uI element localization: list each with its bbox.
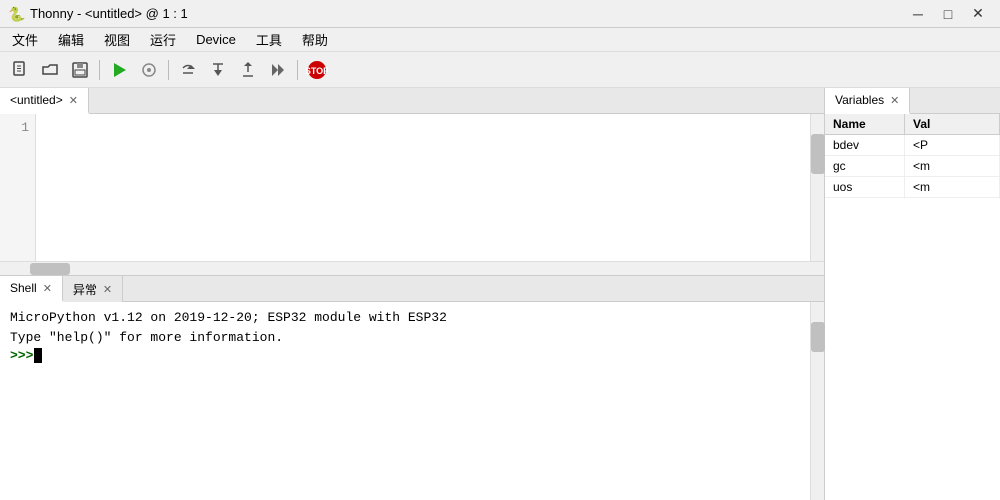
stop-button[interactable]: STOP [303,56,331,84]
editor-section: <untitled> ✕ 1 [0,88,824,276]
debug-icon [139,60,159,80]
var-val-2: <m [905,177,1000,197]
var-name-1: gc [825,156,905,176]
open-file-icon [40,60,60,80]
exception-tab-close[interactable]: ✕ [103,283,112,296]
left-panel: <untitled> ✕ 1 Shell [0,88,825,500]
shell-content[interactable]: MicroPython v1.12 on 2019-12-20; ESP32 m… [0,302,810,500]
variables-tab[interactable]: Variables ✕ [825,88,910,114]
variables-tab-close[interactable]: ✕ [890,94,899,107]
shell-tabs: Shell ✕ 异常 ✕ [0,276,824,302]
step-over-icon [178,60,198,80]
var-col-header-value: Val [905,114,1000,134]
title-bar: 🐍 Thonny - <untitled> @ 1 : 1 ─ □ ✕ [0,0,1000,28]
shell-tab-close[interactable]: ✕ [43,282,52,295]
shell-tab-shell[interactable]: Shell ✕ [0,276,63,302]
step-over-button[interactable] [174,56,202,84]
toolbar: STOP [0,52,1000,88]
shell-tab2-label: 异常 [73,281,97,298]
step-out-button[interactable] [234,56,262,84]
var-name-2: uos [825,177,905,197]
maximize-button[interactable]: □ [934,3,962,25]
shell-prompt: >>> [10,348,800,363]
shell-body: MicroPython v1.12 on 2019-12-20; ESP32 m… [0,302,824,500]
menu-view[interactable]: 视图 [96,28,138,51]
new-file-button[interactable] [6,56,34,84]
close-button[interactable]: ✕ [964,3,992,25]
save-file-icon [70,60,90,80]
shell-tab-label: Shell [10,281,37,295]
menu-help[interactable]: 帮助 [294,28,336,51]
title-left: 🐍 Thonny - <untitled> @ 1 : 1 [8,6,188,22]
menu-file[interactable]: 文件 [4,28,46,51]
cursor [34,348,42,363]
menu-run[interactable]: 运行 [142,28,184,51]
menu-edit[interactable]: 编辑 [50,28,92,51]
editor-scrollbar-vertical[interactable] [810,114,824,261]
toolbar-separator-2 [168,60,169,80]
open-file-button[interactable] [36,56,64,84]
editor-content[interactable] [36,114,810,261]
menu-tools[interactable]: 工具 [248,28,290,51]
toolbar-separator-3 [297,60,298,80]
menu-device[interactable]: Device [188,30,244,49]
var-col-header-name: Name [825,114,905,134]
minimize-button[interactable]: ─ [904,3,932,25]
step-out-icon [238,60,258,80]
var-val-1: <m [905,156,1000,176]
editor-body: 1 [0,114,824,261]
app-icon: 🐍 [8,6,24,22]
editor-tabs: <untitled> ✕ [0,88,824,114]
save-file-button[interactable] [66,56,94,84]
line-number-1: 1 [0,118,35,138]
var-row-1: gc <m [825,156,1000,177]
menu-bar: 文件 编辑 视图 运行 Device 工具 帮助 [0,28,1000,52]
step-into-icon [208,60,228,80]
shell-scrollbar-vertical[interactable] [810,302,824,500]
variables-tab-label: Variables [835,93,884,107]
run-button[interactable] [105,56,133,84]
variables-header: Name Val [825,114,1000,135]
var-row-2: uos <m [825,177,1000,198]
variables-tabs: Variables ✕ [825,88,1000,114]
var-name-0: bdev [825,135,905,155]
var-row-0: bdev <P [825,135,1000,156]
title-text: Thonny - <untitled> @ 1 : 1 [30,6,188,21]
new-file-icon [10,60,30,80]
stop-icon: STOP [306,59,328,81]
resume-icon [268,60,288,80]
debug-button[interactable] [135,56,163,84]
editor-tab-untitled[interactable]: <untitled> ✕ [0,88,89,114]
editor-scrollbar-horizontal[interactable] [0,261,824,275]
step-into-button[interactable] [204,56,232,84]
run-icon [109,60,129,80]
resume-button[interactable] [264,56,292,84]
prompt-text: >>> [10,348,33,363]
editor-tab-label: <untitled> [10,93,63,107]
shell-section: Shell ✕ 异常 ✕ MicroPython v1.12 on 2019-1… [0,276,824,500]
variables-body: bdev <P gc <m uos <m [825,135,1000,500]
right-panel: Variables ✕ Name Val bdev <P gc <m uos <… [825,88,1000,500]
shell-tab-exception[interactable]: 异常 ✕ [63,276,123,302]
title-controls: ─ □ ✕ [904,3,992,25]
editor-tab-close[interactable]: ✕ [69,94,78,107]
svg-text:STOP: STOP [306,66,328,76]
shell-line-2: Type "help()" for more information. [10,328,800,348]
line-numbers: 1 [0,114,36,261]
toolbar-separator-1 [99,60,100,80]
main-area: <untitled> ✕ 1 Shell [0,88,1000,500]
shell-line-1: MicroPython v1.12 on 2019-12-20; ESP32 m… [10,308,800,328]
var-val-0: <P [905,135,1000,155]
